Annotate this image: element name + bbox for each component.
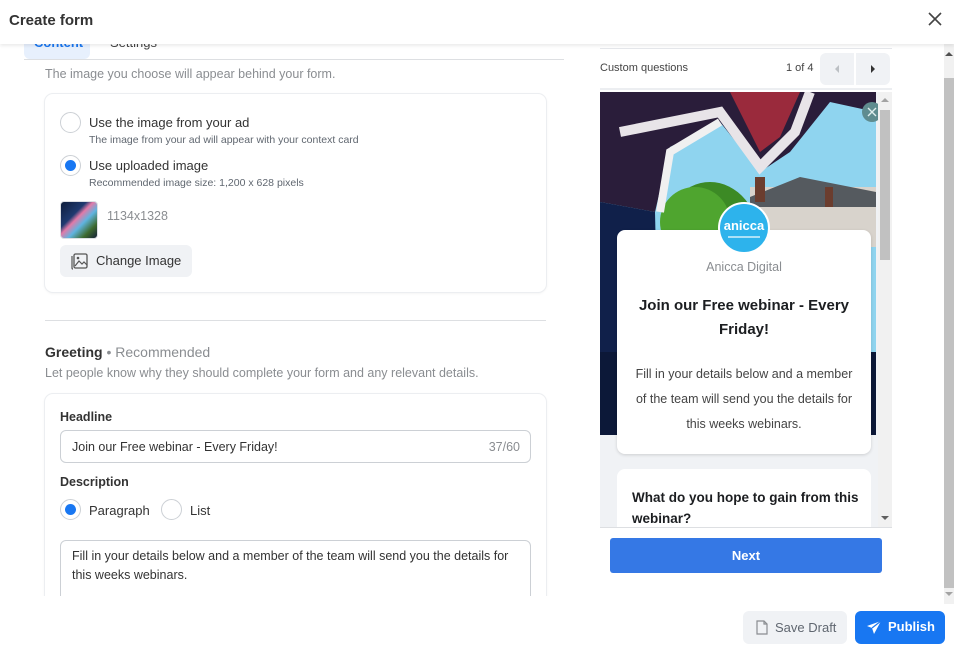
preview-divider: [600, 48, 892, 49]
recommended-badge: • Recommended: [102, 344, 211, 360]
headline-char-count: 37/60: [488, 440, 520, 454]
headline-value: Join our Free webinar - Every Friday!: [72, 440, 278, 454]
radio-paragraph[interactable]: [60, 499, 81, 520]
preview-prev-button[interactable]: [820, 53, 854, 85]
image-icon: [71, 253, 88, 270]
scroll-up-arrow[interactable]: [881, 98, 889, 102]
intro-card: anicca Anicca Digital Join our Free webi…: [617, 202, 871, 454]
editor-tabs: Content Settings: [24, 44, 564, 60]
radio-list[interactable]: [161, 499, 182, 520]
publish-label: Publish: [888, 619, 935, 634]
brand-logo: anicca: [718, 202, 770, 254]
dialog-header: Create form: [0, 0, 954, 44]
scroll-thumb[interactable]: [880, 110, 890, 260]
publish-button[interactable]: Publish: [855, 611, 945, 644]
preview-question: What do you hope to gain from this webin…: [632, 490, 859, 526]
option-label: Use the image from your ad: [89, 115, 250, 130]
uploaded-image-thumbnail: [60, 201, 98, 239]
background-image-card: Use the image from your ad The image fro…: [45, 94, 546, 292]
save-draft-button[interactable]: Save Draft: [743, 611, 847, 644]
option-label: Use uploaded image: [89, 158, 209, 173]
background-image-intro: The image you choose will appear behind …: [45, 67, 336, 81]
brand-name: Anicca Digital: [706, 260, 782, 274]
greeting-heading: Greeting • Recommended: [45, 344, 210, 360]
dialog-scrollbar[interactable]: [944, 44, 954, 604]
preview-headline: Join our Free webinar - Every Friday!: [638, 297, 850, 338]
description-textarea[interactable]: Fill in your details below and a member …: [60, 540, 531, 596]
change-image-button[interactable]: Change Image: [60, 245, 192, 277]
section-divider: [45, 320, 546, 321]
close-icon: [928, 12, 942, 26]
scroll-down-arrow[interactable]: [945, 592, 953, 596]
image-dimensions: 1134x1328: [107, 209, 168, 223]
dialog-title: Create form: [9, 12, 94, 29]
document-icon: [756, 620, 768, 635]
brand-logo-text: anicca: [723, 218, 765, 233]
preview-description: Fill in your details below and a member …: [635, 367, 853, 431]
preview-next-step-button[interactable]: Next: [610, 538, 882, 573]
preview-section-label: Custom questions: [600, 62, 689, 74]
preview-page-indicator: 1 of 4: [786, 62, 814, 74]
headline-input[interactable]: Join our Free webinar - Every Friday! 37…: [60, 430, 531, 463]
greeting-title: Greeting: [45, 344, 103, 360]
caret-right-icon: [871, 65, 875, 73]
close-icon: [867, 107, 877, 117]
radio-use-uploaded-image[interactable]: [60, 155, 81, 176]
description-label: Description: [60, 475, 129, 489]
form-editor-panel: Content Settings The image you choose wi…: [0, 44, 575, 596]
option-sublabel: The image from your ad will appear with …: [89, 134, 359, 146]
scroll-thumb[interactable]: [944, 78, 954, 588]
greeting-subtitle: Let people know why they should complete…: [45, 366, 479, 380]
scroll-down-arrow[interactable]: [881, 516, 889, 520]
send-icon: [867, 620, 882, 634]
change-image-label: Change Image: [96, 253, 182, 268]
preview-next-button[interactable]: [856, 53, 890, 85]
scroll-up-arrow[interactable]: [945, 52, 953, 56]
headline-label: Headline: [60, 410, 113, 424]
greeting-card: Headline Join our Free webinar - Every F…: [45, 394, 546, 596]
paragraph-label: Paragraph: [89, 503, 150, 518]
caret-left-icon: [835, 65, 839, 73]
radio-use-ad-image[interactable]: [60, 112, 81, 133]
brand-logo-tagline: [728, 236, 760, 238]
tab-settings[interactable]: Settings: [100, 44, 167, 59]
option-sublabel: Recommended image size: 1,200 x 628 pixe…: [89, 177, 304, 189]
save-draft-label: Save Draft: [775, 620, 837, 635]
question-card: What do you hope to gain from this webin…: [617, 469, 871, 527]
preview-scrollbar[interactable]: [878, 92, 892, 527]
form-preview: anicca Anicca Digital Join our Free webi…: [600, 92, 892, 528]
tab-content[interactable]: Content: [24, 44, 90, 59]
preview-separator: [600, 88, 892, 90]
list-label: List: [190, 503, 211, 518]
close-button[interactable]: [926, 10, 944, 28]
